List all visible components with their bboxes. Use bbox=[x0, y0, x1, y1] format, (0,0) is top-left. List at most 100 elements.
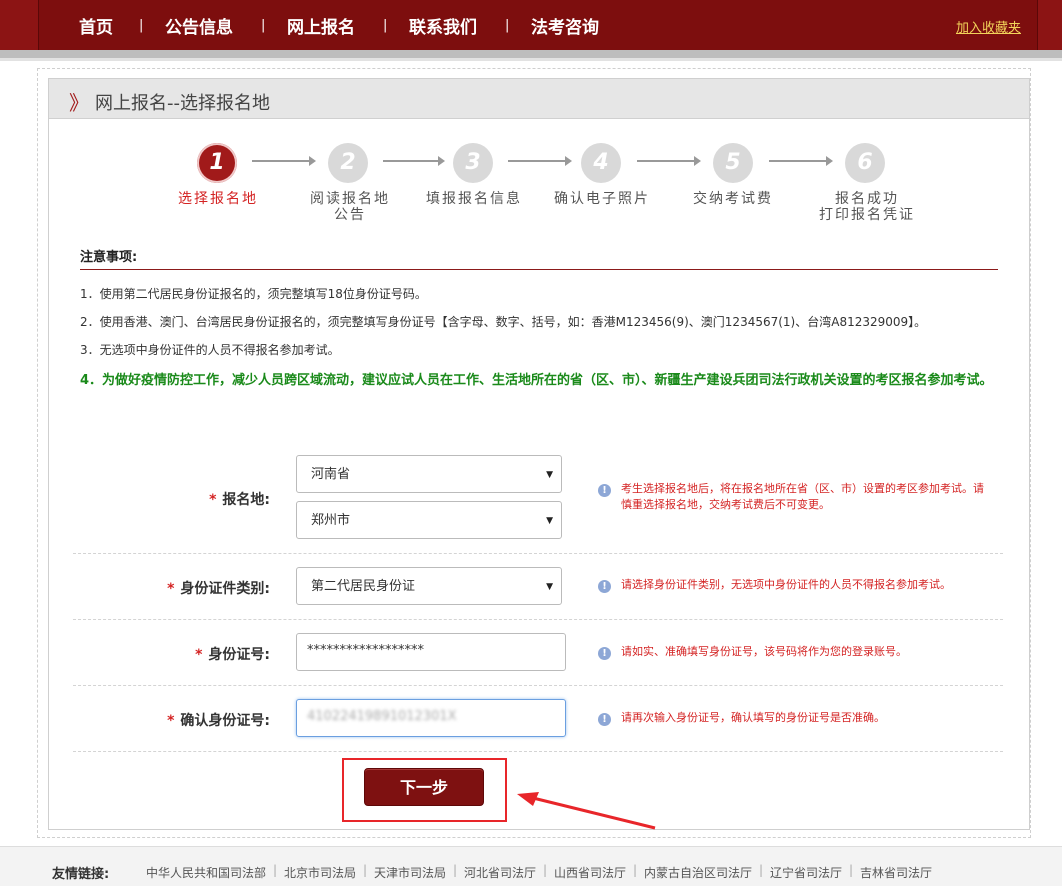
step-arrow-icon bbox=[508, 156, 572, 166]
header-divider-light bbox=[0, 58, 1062, 61]
footer-link-liaoning[interactable]: 辽宁省司法厅 bbox=[770, 864, 842, 881]
annotation-arrow-icon bbox=[517, 792, 656, 830]
province-value: 河南省 bbox=[311, 467, 351, 482]
step-1-label: 选择报名地 bbox=[166, 191, 270, 207]
footer: 友情链接: 中华人民共和国司法部 | 北京市司法局 | 天津市司法局 | 河北省… bbox=[0, 846, 1062, 886]
location-label-text: 报名地: bbox=[222, 492, 270, 508]
step-label-line2: 公告 bbox=[334, 207, 366, 223]
info-icon: ! bbox=[598, 484, 611, 497]
info-icon: ! bbox=[598, 580, 611, 593]
chevron-right-icon: 》 bbox=[69, 91, 89, 115]
footer-link-beijing[interactable]: 北京市司法局 bbox=[284, 864, 356, 881]
confirm-id-label: * 确认身份证号: bbox=[150, 710, 270, 730]
step-3-label: 填报报名信息 bbox=[413, 191, 535, 207]
nav-law-exam-consult[interactable]: 法考咨询 bbox=[531, 13, 599, 38]
location-label: * 报名地: bbox=[180, 489, 270, 509]
top-nav-bar: 首页 | 公告信息 | 网上报名 | 联系我们 | 法考咨询 加入收藏夹 bbox=[0, 0, 1062, 50]
province-select[interactable]: 河南省 ▼ bbox=[296, 455, 562, 493]
row-divider bbox=[73, 685, 1003, 686]
footer-link-tianjin[interactable]: 天津市司法局 bbox=[374, 864, 446, 881]
step-label-line1: 交纳考试费 bbox=[693, 191, 773, 207]
page-title: 网上报名--选择报名地 bbox=[95, 93, 270, 114]
id-type-label: * 身份证件类别: bbox=[150, 578, 270, 598]
id-number-input[interactable]: ****************** bbox=[296, 633, 566, 671]
step-label-line1: 填报报名信息 bbox=[426, 191, 522, 207]
notice-title: 注意事项: bbox=[80, 250, 138, 265]
footer-separator: | bbox=[273, 863, 278, 877]
step-arrow-icon bbox=[637, 156, 701, 166]
required-star: * bbox=[209, 492, 217, 508]
id-number-hint: 请如实、准确填写身份证号，该号码将作为您的登录账号。 bbox=[621, 645, 907, 658]
step-1-circle: 1 bbox=[197, 143, 237, 183]
nav-separator: | bbox=[505, 18, 510, 33]
nav-separator: | bbox=[383, 18, 388, 33]
header-divider bbox=[0, 50, 1062, 58]
info-icon: ! bbox=[598, 713, 611, 726]
step-label-line1: 确认电子照片 bbox=[554, 191, 650, 207]
confirm-id-input[interactable]: 41022419891012301X bbox=[296, 699, 566, 737]
step-3-circle: 3 bbox=[453, 143, 493, 183]
step-label-line1: 选择报名地 bbox=[178, 191, 258, 207]
footer-link-hebei[interactable]: 河北省司法厅 bbox=[464, 864, 536, 881]
id-number-label: * 身份证号: bbox=[180, 644, 270, 664]
confirm-id-value: 41022419891012301X bbox=[307, 709, 457, 724]
id-number-label-text: 身份证号: bbox=[208, 647, 270, 663]
notice-item-1: 1．使用第二代居民身份证报名的，须完整填写18位身份证号码。 bbox=[80, 287, 427, 301]
city-select[interactable]: 郑州市 ▼ bbox=[296, 501, 562, 539]
row-divider bbox=[73, 751, 1003, 752]
footer-separator: | bbox=[363, 863, 368, 877]
step-4-circle: 4 bbox=[581, 143, 621, 183]
step-6-label: 报名成功 打印报名凭证 bbox=[805, 191, 929, 223]
footer-link-jilin[interactable]: 吉林省司法厅 bbox=[860, 864, 932, 881]
chevron-down-icon: ▼ bbox=[546, 470, 553, 480]
step-label-line1: 阅读报名地 bbox=[310, 191, 390, 207]
footer-separator: | bbox=[453, 863, 458, 877]
add-favorite-link[interactable]: 加入收藏夹 bbox=[956, 17, 1021, 36]
step-5-circle: 5 bbox=[713, 143, 753, 183]
step-arrow-icon bbox=[769, 156, 833, 166]
required-star: * bbox=[167, 713, 175, 729]
footer-separator: | bbox=[849, 863, 854, 877]
id-type-select[interactable]: 第二代居民身份证 ▼ bbox=[296, 567, 562, 605]
friend-links-label: 友情链接: bbox=[52, 867, 110, 882]
nav-home[interactable]: 首页 bbox=[79, 13, 113, 38]
step-2-label: 阅读报名地 公告 bbox=[300, 191, 400, 223]
notice-divider bbox=[80, 269, 998, 270]
nav-contact-us[interactable]: 联系我们 bbox=[409, 13, 477, 38]
step-6-circle: 6 bbox=[845, 143, 885, 183]
id-type-value: 第二代居民身份证 bbox=[311, 579, 416, 594]
step-label-line1: 报名成功 bbox=[835, 191, 899, 207]
id-type-label-text: 身份证件类别: bbox=[180, 581, 270, 597]
id-type-hint: 请选择身份证件类别，无选项中身份证件的人员不得报名参加考试。 bbox=[621, 578, 951, 591]
footer-link-shanxi[interactable]: 山西省司法厅 bbox=[554, 864, 626, 881]
step-4-label: 确认电子照片 bbox=[541, 191, 663, 207]
nav-separator: | bbox=[261, 18, 266, 33]
footer-link-moj[interactable]: 中华人民共和国司法部 bbox=[146, 864, 266, 881]
nav-announcements[interactable]: 公告信息 bbox=[165, 13, 233, 38]
row-divider bbox=[73, 619, 1003, 620]
notice-item-3: 3．无选项中身份证件的人员不得报名参加考试。 bbox=[80, 343, 340, 357]
location-hint: 考生选择报名地后，将在报名地所在省（区、市）设置的考区参加考试。请慎重选择报名地… bbox=[621, 482, 984, 511]
step-arrow-icon bbox=[252, 156, 316, 166]
top-nav-inner: 首页 | 公告信息 | 网上报名 | 联系我们 | 法考咨询 加入收藏夹 bbox=[38, 0, 1038, 50]
step-arrow-icon bbox=[383, 156, 445, 166]
nav-separator: | bbox=[139, 18, 144, 33]
info-icon: ! bbox=[598, 647, 611, 660]
step-2-circle: 2 bbox=[328, 143, 368, 183]
next-step-button[interactable]: 下一步 bbox=[364, 768, 484, 806]
required-star: * bbox=[195, 647, 203, 663]
confirm-id-hint: 请再次输入身份证号，确认填写的身份证号是否准确。 bbox=[621, 711, 885, 724]
notice-item-2: 2．使用香港、澳门、台湾居民身份证报名的，须完整填写身份证号【含字母、数字、括号… bbox=[80, 315, 927, 329]
nav-online-registration[interactable]: 网上报名 bbox=[287, 13, 355, 38]
panel-header: 》 网上报名--选择报名地 bbox=[49, 79, 1029, 119]
footer-separator: | bbox=[543, 863, 548, 877]
footer-separator: | bbox=[633, 863, 638, 877]
notice-item-4-epidemic: 4．为做好疫情防控工作，减少人员跨区域流动，建议应试人员在工作、生活地所在的省（… bbox=[80, 373, 993, 388]
city-value: 郑州市 bbox=[311, 513, 351, 528]
required-star: * bbox=[167, 581, 175, 597]
step-label-line2: 打印报名凭证 bbox=[819, 207, 915, 223]
footer-separator: | bbox=[759, 863, 764, 877]
chevron-down-icon: ▼ bbox=[546, 516, 553, 526]
footer-link-inner-mongolia[interactable]: 内蒙古自治区司法厅 bbox=[644, 864, 752, 881]
chevron-down-icon: ▼ bbox=[546, 582, 553, 592]
